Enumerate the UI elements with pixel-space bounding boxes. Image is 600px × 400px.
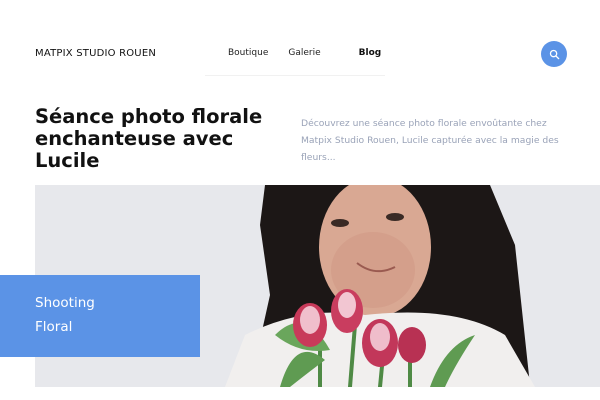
page-title: Séance photo florale enchanteuse avec Lu… (35, 105, 263, 172)
nav-item-blog[interactable]: Blog (359, 48, 382, 58)
nav-item-galerie[interactable]: Galerie (288, 48, 320, 58)
main-nav: Boutique Galerie Blog (228, 48, 381, 58)
site-header: MATPIX STUDIO ROUEN Boutique Galerie Blo… (0, 0, 600, 100)
badge-label-line2: Floral (35, 319, 73, 335)
site-logo[interactable]: MATPIX STUDIO ROUEN (35, 48, 156, 59)
nav-item-boutique[interactable]: Boutique (228, 48, 268, 58)
search-button[interactable] (541, 41, 567, 67)
nav-divider (205, 75, 385, 76)
search-icon (549, 49, 559, 59)
badge-label-line1: Shooting (35, 295, 95, 311)
category-badge (0, 275, 200, 357)
post-intro: Découvrez une séance photo florale envoû… (301, 118, 559, 163)
